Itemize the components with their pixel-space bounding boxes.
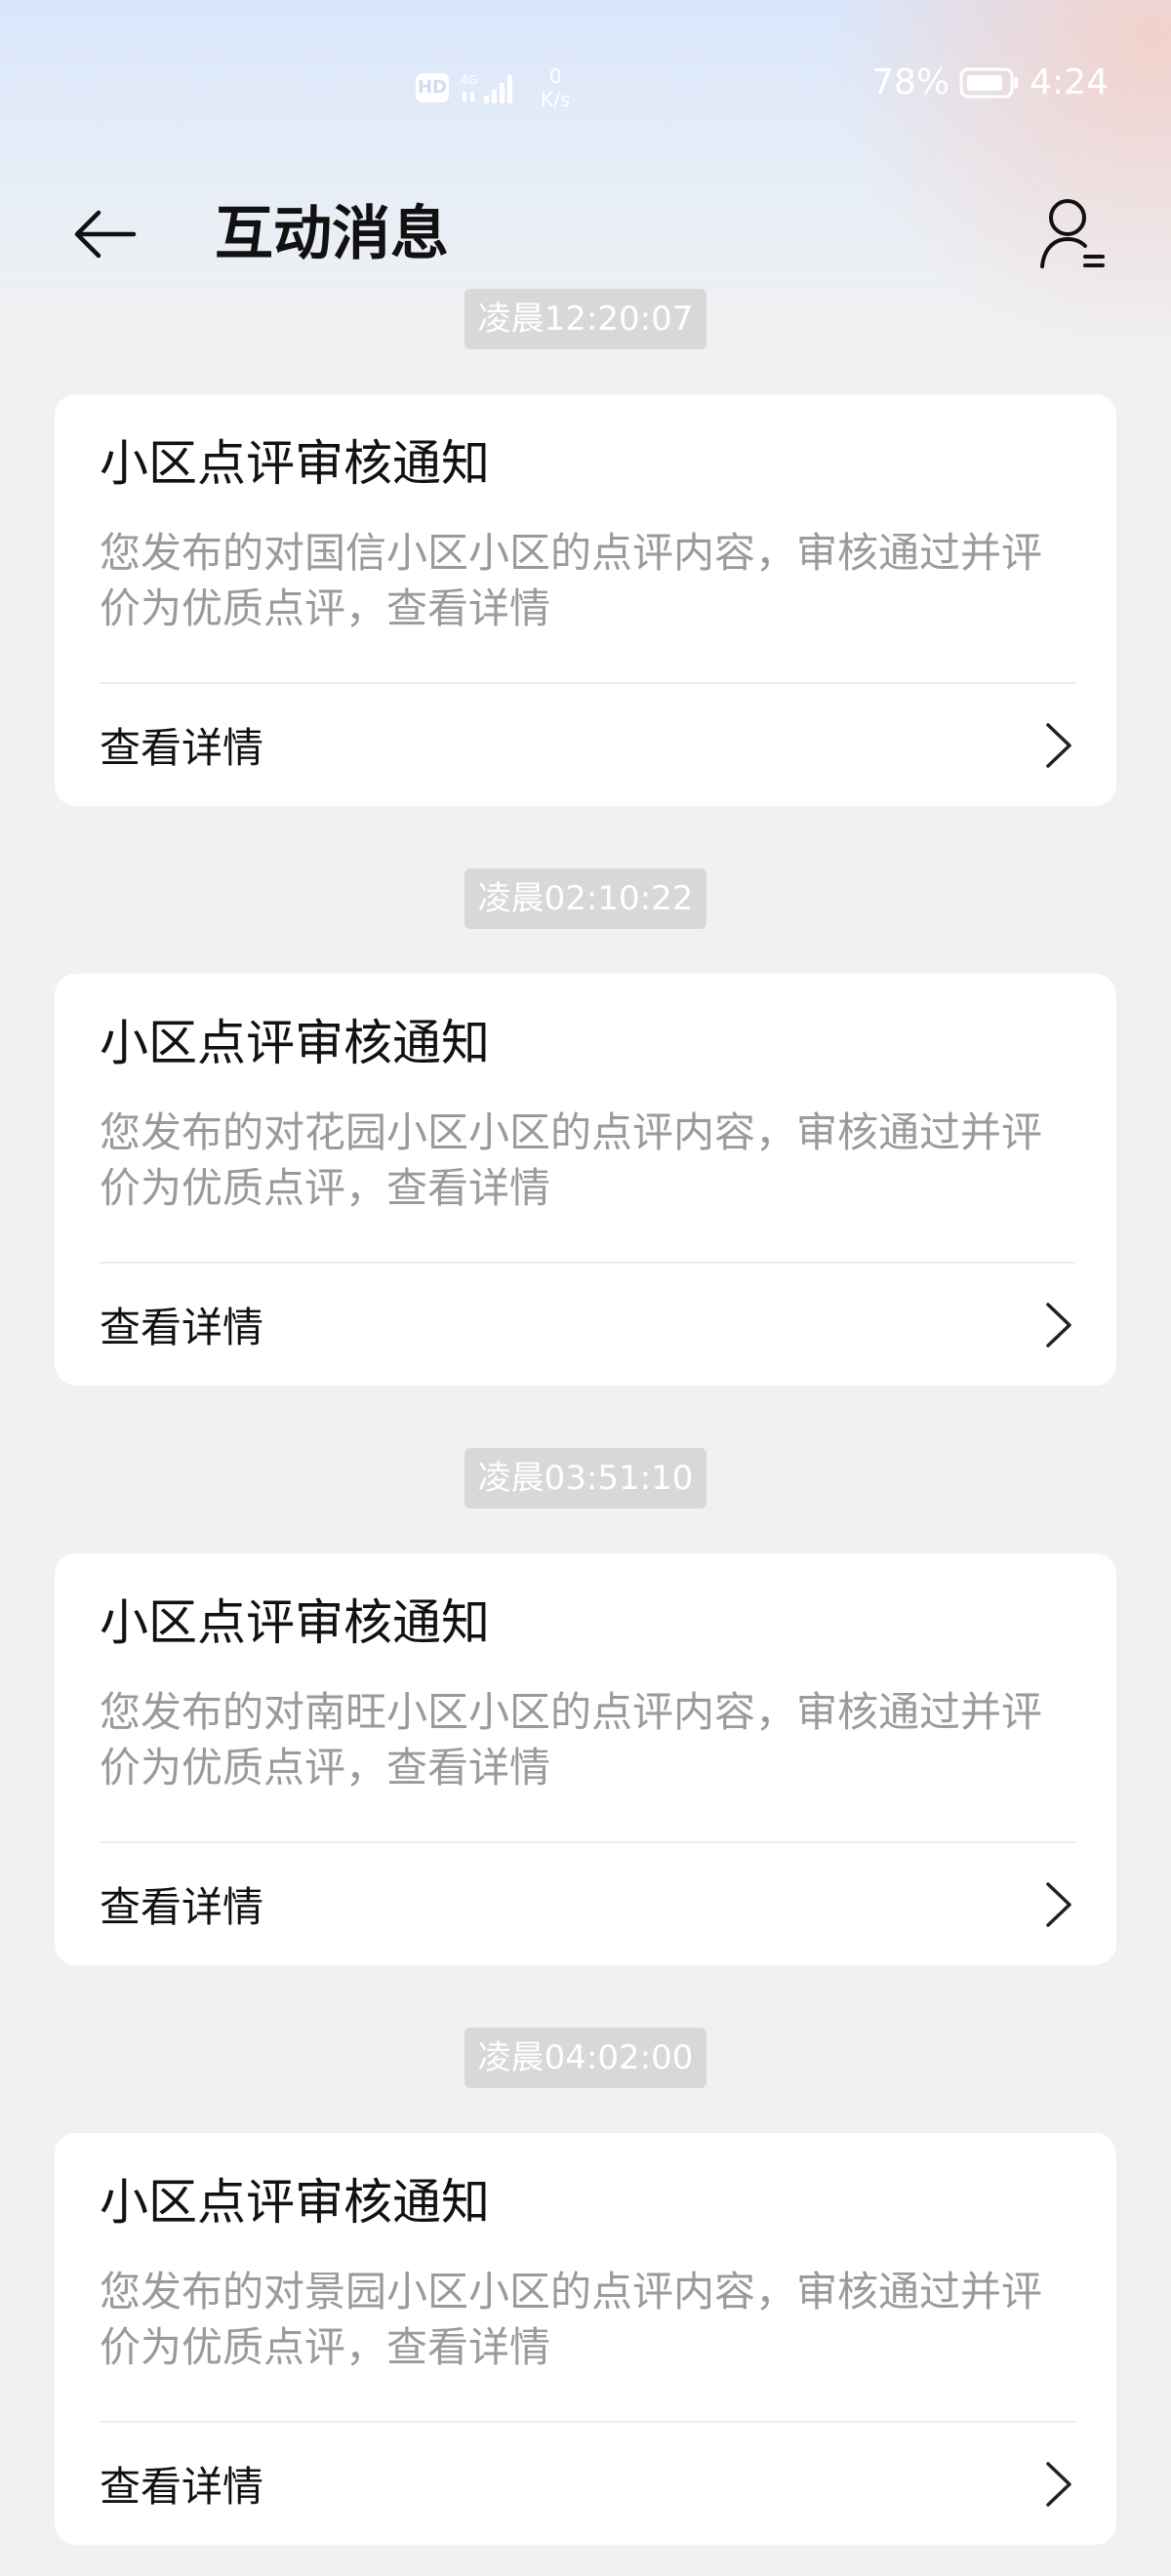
chevron-right-icon xyxy=(1046,722,1071,768)
chevron-right-icon xyxy=(1046,2461,1071,2507)
hd-icon: HD xyxy=(416,73,449,102)
message-title: 小区点评审核通知 xyxy=(100,2174,490,2231)
message-card[interactable]: 小区点评审核通知 您发布的对南旺小区小区的点评内容，审核通过并评价为优质点评，查… xyxy=(55,1553,1116,1965)
view-details-label: 查看详情 xyxy=(100,1883,264,1931)
network-type-label: 4G xyxy=(461,73,477,87)
message-title: 小区点评审核通知 xyxy=(100,1015,490,1071)
chevron-right-icon xyxy=(1046,1881,1071,1927)
status-bar: HD 4G 0 K/s 78% 4:24 xyxy=(0,0,1171,176)
chevron-right-icon xyxy=(1046,1302,1071,1348)
signal-icon: 4G xyxy=(461,73,512,103)
back-button[interactable] xyxy=(62,193,144,275)
user-list-icon xyxy=(1040,199,1105,268)
message-body: 您发布的对南旺小区小区的点评内容，审核通过并评价为优质点评，查看详情 xyxy=(100,1688,1043,1791)
message-timestamp: 凌晨12:20:07 xyxy=(464,289,707,349)
message-timestamp: 凌晨04:02:00 xyxy=(464,2028,707,2088)
network-speed-unit: K/s xyxy=(541,88,571,111)
view-details-button[interactable]: 查看详情 xyxy=(100,2423,1075,2545)
message-title: 小区点评审核通知 xyxy=(100,435,490,492)
timestamp-row: 凌晨12:20:07 xyxy=(0,289,1171,351)
view-details-label: 查看详情 xyxy=(100,1304,264,1351)
view-details-button[interactable]: 查看详情 xyxy=(100,1843,1075,1965)
message-timestamp: 凌晨03:51:10 xyxy=(464,1448,707,1509)
view-details-label: 查看详情 xyxy=(100,724,264,772)
message-card[interactable]: 小区点评审核通知 您发布的对花园小区小区的点评内容，审核通过并评价为优质点评，查… xyxy=(55,974,1116,1386)
page-title: 互动消息 xyxy=(215,200,449,268)
message-title: 小区点评审核通知 xyxy=(100,1594,490,1651)
view-details-label: 查看详情 xyxy=(100,2463,264,2511)
arrow-left-icon xyxy=(74,210,137,259)
message-card[interactable]: 小区点评审核通知 您发布的对国信小区小区的点评内容，审核通过并评价为优质点评，查… xyxy=(55,394,1116,806)
battery-percent: 78% xyxy=(871,62,950,102)
message-body: 您发布的对国信小区小区的点评内容，审核通过并评价为优质点评，查看详情 xyxy=(100,529,1043,632)
message-card[interactable]: 小区点评审核通知 您发布的对景园小区小区的点评内容，审核通过并评价为优质点评，查… xyxy=(55,2133,1116,2545)
battery-icon xyxy=(959,67,1019,98)
app-header: 互动消息 xyxy=(0,176,1171,293)
view-details-button[interactable]: 查看详情 xyxy=(100,684,1075,806)
view-details-button[interactable]: 查看详情 xyxy=(100,1264,1075,1386)
message-body: 您发布的对花园小区小区的点评内容，审核通过并评价为优质点评，查看详情 xyxy=(100,1108,1043,1212)
network-speed: 0 K/s xyxy=(541,64,570,111)
status-bar-left: HD 4G 0 K/s xyxy=(416,64,570,111)
message-feed: 凌晨12:20:07 小区点评审核通知 您发布的对国信小区小区的点评内容，审核通… xyxy=(0,289,1171,2545)
status-bar-right: 78% 4:24 xyxy=(871,62,1109,102)
timestamp-row: 凌晨03:51:10 xyxy=(0,1448,1171,1510)
network-speed-value: 0 xyxy=(548,64,562,88)
user-settings-button[interactable] xyxy=(1029,189,1116,277)
timestamp-row: 凌晨04:02:00 xyxy=(0,2028,1171,2090)
message-body: 您发布的对景园小区小区的点评内容，审核通过并评价为优质点评，查看详情 xyxy=(100,2268,1043,2371)
clock: 4:24 xyxy=(1030,62,1109,102)
timestamp-row: 凌晨02:10:22 xyxy=(0,868,1171,931)
message-timestamp: 凌晨02:10:22 xyxy=(464,868,707,929)
